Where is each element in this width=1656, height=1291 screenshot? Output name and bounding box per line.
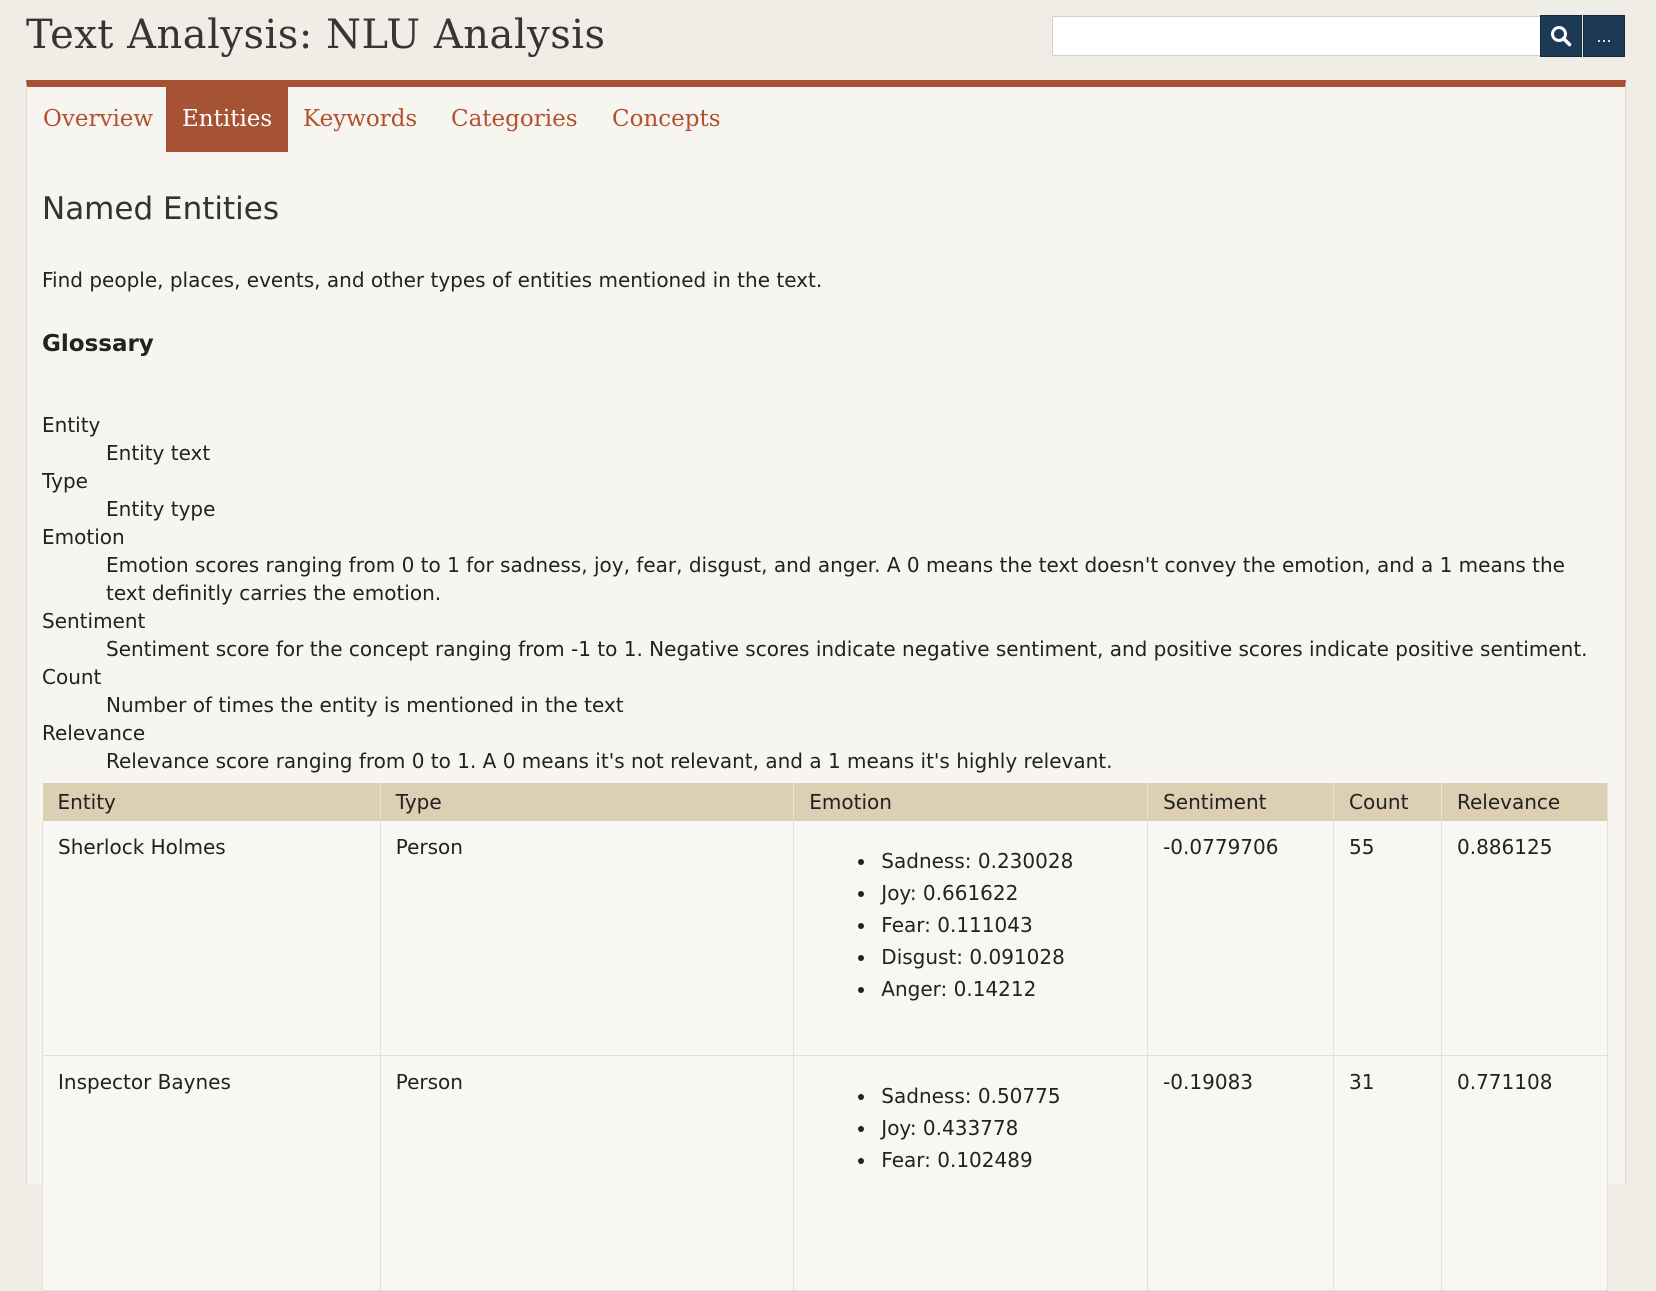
column-header-relevance[interactable]: Relevance xyxy=(1441,783,1608,821)
emotion-item: Joy: 0.661622 xyxy=(877,877,1132,909)
sentiment-cell: -0.0779706 xyxy=(1147,821,1335,1056)
search-icon xyxy=(1551,26,1572,47)
table-row: Inspector Baynes Person Sadness: 0.50775… xyxy=(42,1055,1608,1291)
glossary-definition: Entity text xyxy=(106,441,211,465)
column-header-type[interactable]: Type xyxy=(380,783,795,821)
type-cell: Person xyxy=(380,1055,795,1291)
column-header-emotion[interactable]: Emotion xyxy=(793,783,1149,821)
emotion-list: Sadness: 0.50775 Joy: 0.433778 Fear: 0.1… xyxy=(809,1080,1132,1176)
glossary-term: Type xyxy=(42,469,88,493)
emotion-item: Disgust: 0.091028 xyxy=(877,941,1132,973)
type-cell: Person xyxy=(380,821,795,1056)
glossary-definition: Entity type xyxy=(106,497,216,521)
emotion-item: Joy: 0.433778 xyxy=(877,1112,1132,1144)
page-title: Named Entities xyxy=(42,191,279,227)
entities-table: Entity Type Emotion Sentiment Count Rele… xyxy=(42,783,1608,1291)
content-panel: Overview Entities Keywords Categories Co… xyxy=(26,80,1626,1291)
emotion-item: Fear: 0.102489 xyxy=(877,1144,1132,1176)
search-input[interactable] xyxy=(1052,16,1540,56)
column-header-sentiment[interactable]: Sentiment xyxy=(1147,783,1335,821)
relevance-cell: 0.771108 xyxy=(1441,1055,1608,1291)
glossary-definition: Sentiment score for the concept ranging … xyxy=(106,637,1588,661)
glossary-list: Entity Entity text Type Entity type Emot… xyxy=(42,411,1602,775)
table-header-row: Entity Type Emotion Sentiment Count Rele… xyxy=(42,783,1608,821)
glossary-term: Sentiment xyxy=(42,609,146,633)
emotion-item: Anger: 0.14212 xyxy=(877,973,1132,1005)
emotion-item: Fear: 0.111043 xyxy=(877,909,1132,941)
tab-entities[interactable]: Entities xyxy=(166,87,289,152)
tab-keywords[interactable]: Keywords xyxy=(287,87,433,152)
emotion-item: Sadness: 0.50775 xyxy=(877,1080,1132,1112)
count-cell: 55 xyxy=(1333,821,1442,1056)
column-header-entity[interactable]: Entity xyxy=(42,783,381,821)
entity-cell: Sherlock Holmes xyxy=(42,821,381,1056)
intro-text: Find people, places, events, and other t… xyxy=(42,268,823,292)
entity-cell: Inspector Baynes xyxy=(42,1055,381,1291)
more-button[interactable]: ... xyxy=(1583,15,1625,57)
glossary-term: Count xyxy=(42,665,102,689)
glossary-term: Entity xyxy=(42,413,101,437)
glossary-definition: Number of times the entity is mentioned … xyxy=(106,693,624,717)
emotion-cell: Sadness: 0.230028 Joy: 0.661622 Fear: 0.… xyxy=(793,821,1149,1056)
header: Text Analysis: NLU Analysis ... xyxy=(0,0,1656,80)
emotion-cell: Sadness: 0.50775 Joy: 0.433778 Fear: 0.1… xyxy=(793,1055,1149,1291)
glossary-term: Emotion xyxy=(42,525,125,549)
glossary-term: Relevance xyxy=(42,721,146,745)
glossary-title: Glossary xyxy=(42,331,154,357)
search-button[interactable] xyxy=(1540,15,1582,57)
emotion-item: Sadness: 0.230028 xyxy=(877,845,1132,877)
relevance-cell: 0.886125 xyxy=(1441,821,1608,1056)
emotion-list: Sadness: 0.230028 Joy: 0.661622 Fear: 0.… xyxy=(809,845,1132,1005)
glossary-definition: Relevance score ranging from 0 to 1. A 0… xyxy=(106,749,1113,773)
tab-overview[interactable]: Overview xyxy=(27,87,169,152)
column-header-count[interactable]: Count xyxy=(1333,783,1442,821)
sentiment-cell: -0.19083 xyxy=(1147,1055,1335,1291)
table-row: Sherlock Holmes Person Sadness: 0.230028… xyxy=(42,821,1608,1056)
app-title: Text Analysis: NLU Analysis xyxy=(26,12,606,58)
count-cell: 31 xyxy=(1333,1055,1442,1291)
tab-concepts[interactable]: Concepts xyxy=(596,87,737,152)
glossary-definition: Emotion scores ranging from 0 to 1 for s… xyxy=(106,553,1565,605)
tab-categories[interactable]: Categories xyxy=(435,87,594,152)
